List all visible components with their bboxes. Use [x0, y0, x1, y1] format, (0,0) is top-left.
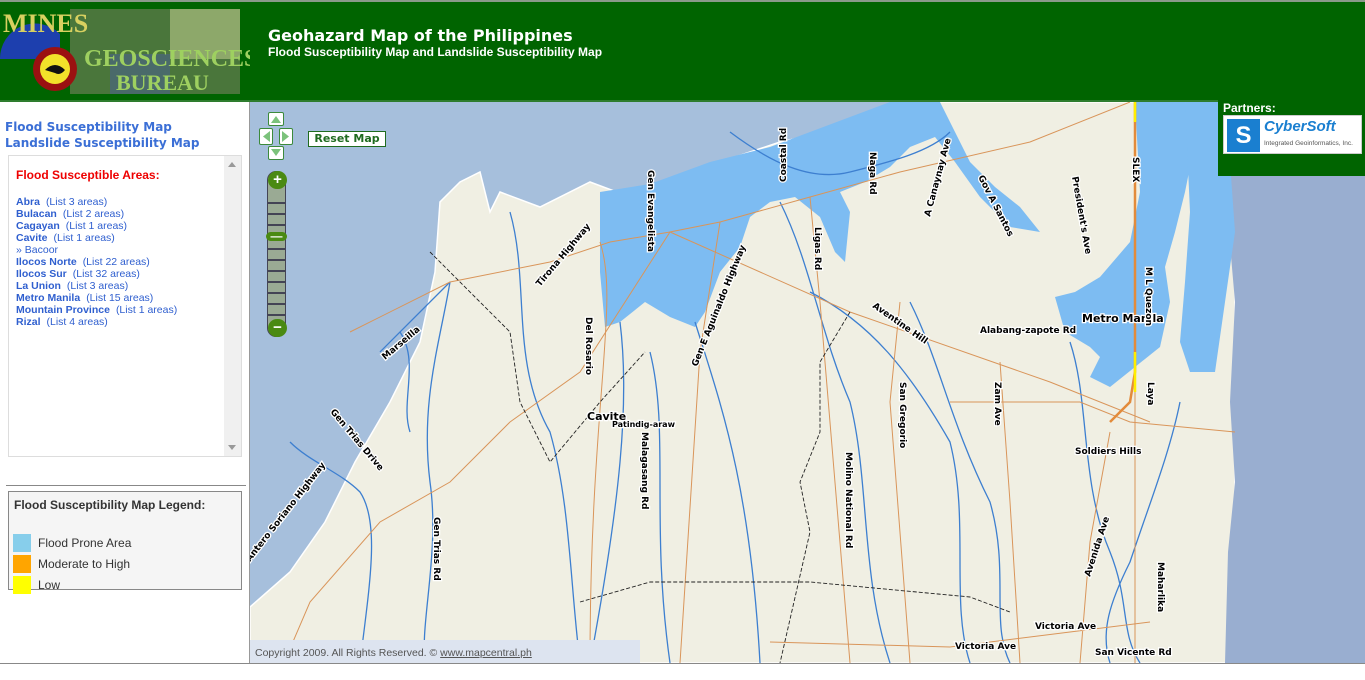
header: MINES GEOSCIENCES BUREAU Geohazard Map o… — [0, 0, 1365, 100]
scroll-down-icon[interactable] — [228, 445, 236, 450]
road-label: Ligas Rd — [812, 227, 822, 270]
area-count-link[interactable]: (List 32 areas) — [73, 268, 140, 280]
map-legend: Flood Susceptibility Map Legend: Flood P… — [8, 491, 242, 594]
zoom-out-button[interactable]: − — [268, 319, 287, 337]
bay — [1225, 102, 1365, 663]
area-count-link[interactable]: (List 2 areas) — [63, 208, 124, 220]
province-link[interactable]: Mountain Province — [16, 304, 110, 316]
flood-map-link[interactable]: Flood Susceptibility Map — [5, 120, 172, 134]
arrow-up-icon — [271, 116, 281, 123]
area-count-link[interactable]: (List 22 areas) — [83, 256, 150, 268]
pan-left-button[interactable] — [259, 128, 273, 145]
partners-label: Partners: — [1223, 101, 1276, 115]
road-label: Del Rosario — [583, 317, 593, 375]
road-label: M L Quezon — [1143, 267, 1153, 326]
map-layer: Metro Manila Cavite Soldiers Hills Coast… — [250, 102, 1365, 663]
divider — [6, 485, 246, 486]
road-label: Gen Trias Rd — [431, 517, 441, 581]
legend-item-moderate-high: Moderate to High — [13, 555, 130, 573]
province-link[interactable]: Metro Manila — [16, 292, 80, 304]
legend-item-flood-prone: Flood Prone Area — [13, 534, 131, 552]
province-list: Abra (List 3 areas) Bulacan (List 2 areas) C… — [16, 196, 177, 328]
scroll-up-icon[interactable] — [228, 162, 236, 167]
sub-area-link[interactable]: » Bacoor — [16, 244, 177, 256]
map-canvas[interactable]: Metro Manila Cavite Soldiers Hills Coast… — [250, 102, 1365, 663]
list-item: Ilocos Sur (List 32 areas) — [16, 268, 177, 280]
legend-swatch — [13, 555, 31, 573]
mgb-logo: MINES GEOSCIENCES BUREAU — [0, 9, 250, 95]
page-subtitle: Flood Susceptibility Map and Landslide S… — [268, 45, 603, 59]
svg-text:MINES: MINES — [3, 9, 88, 38]
road-label: Gen Evangelista — [645, 170, 655, 252]
zoom-in-button[interactable]: + — [268, 171, 287, 189]
areas-title: Flood Susceptible Areas: — [16, 168, 160, 182]
area-count-link[interactable]: (List 1 areas) — [66, 220, 127, 232]
list-item: Metro Manila (List 15 areas) — [16, 292, 177, 304]
arrow-down-icon — [271, 149, 281, 156]
province-link[interactable]: Cavite — [16, 232, 48, 244]
flood-areas-panel: Flood Susceptible Areas: Abra (List 3 are… — [8, 155, 242, 457]
province-link[interactable]: La Union — [16, 280, 61, 292]
arrow-left-icon — [263, 131, 270, 142]
zoom-slider[interactable]: + — − — [266, 171, 287, 337]
list-item: Mountain Province (List 1 areas) — [16, 304, 177, 316]
list-item: Abra (List 3 areas) — [16, 196, 177, 208]
legend-swatch — [13, 576, 31, 594]
cybersoft-logo[interactable]: S CyberSoft Integrated Geoinformatics, I… — [1223, 115, 1362, 154]
footer-divider — [0, 663, 1365, 664]
road-label: Zam Ave — [992, 382, 1002, 426]
svg-text:BUREAU: BUREAU — [116, 70, 209, 95]
road-label: San Vicente Rd — [1095, 648, 1172, 658]
pan-up-button[interactable] — [268, 112, 284, 126]
area-count-link[interactable]: (List 1 areas) — [116, 304, 177, 316]
list-item: Cagayan (List 1 areas) — [16, 220, 177, 232]
zoom-handle[interactable]: — — [266, 230, 287, 242]
landslide-map-link[interactable]: Landslide Susceptibility Map — [5, 136, 199, 150]
scrollbar[interactable] — [224, 156, 241, 456]
page-title: Geohazard Map of the Philippines — [268, 26, 573, 45]
area-count-link[interactable]: (List 1 areas) — [54, 232, 115, 244]
road-label: Alabang-zapote Rd — [980, 326, 1076, 336]
pan-down-button[interactable] — [268, 146, 284, 160]
legend-item-low: Low — [13, 576, 60, 594]
arrow-right-icon — [282, 131, 289, 142]
province-link[interactable]: Ilocos Sur — [16, 268, 67, 280]
province-link[interactable]: Bulacan — [16, 208, 57, 220]
road-label: Patindig-araw — [612, 420, 676, 429]
mapcentral-link[interactable]: www.mapcentral.ph — [440, 647, 532, 659]
road-label: Victoria Ave — [1035, 622, 1096, 632]
sidebar: Flood Susceptibility Map Landslide Susce… — [0, 102, 250, 663]
road-label: San Gregorio — [897, 382, 907, 448]
pan-right-button[interactable] — [279, 128, 293, 145]
province-link[interactable]: Ilocos Norte — [16, 256, 77, 268]
list-item: Cavite (List 1 areas) — [16, 232, 177, 244]
area-count-link[interactable]: (List 4 areas) — [47, 316, 108, 328]
area-count-link[interactable]: (List 15 areas) — [86, 292, 153, 304]
list-item: Ilocos Norte (List 22 areas) — [16, 256, 177, 268]
legend-title: Flood Susceptibility Map Legend: — [14, 498, 206, 512]
province-link[interactable]: Cagayan — [16, 220, 60, 232]
area-count-link[interactable]: (List 3 areas) — [67, 280, 128, 292]
province-link[interactable]: Abra — [16, 196, 40, 208]
province-link[interactable]: Rizal — [16, 316, 41, 328]
road-label: Victoria Ave — [955, 642, 1016, 652]
place-label: Soldiers Hills — [1075, 447, 1141, 457]
copyright-bar: Copyright 2009. All Rights Reserved. © w… — [250, 640, 640, 663]
list-item: Bulacan (List 2 areas) — [16, 208, 177, 220]
reset-map-button[interactable]: Reset Map — [308, 131, 386, 147]
list-item: La Union (List 3 areas) — [16, 280, 177, 292]
list-item: Rizal (List 4 areas) — [16, 316, 177, 328]
legend-swatch — [13, 534, 31, 552]
road-label: Maharlika — [1155, 562, 1165, 612]
cybersoft-icon: S — [1227, 119, 1260, 152]
svg-text:GEOSCIENCES: GEOSCIENCES — [84, 46, 250, 72]
partners-panel: Partners: S CyberSoft Integrated Geoinfo… — [1218, 100, 1365, 176]
area-count-link[interactable]: (List 3 areas) — [46, 196, 107, 208]
road-label: Molino National Rd — [843, 452, 853, 548]
road-label: Malagasang Rd — [639, 432, 649, 510]
road-label: Naga Rd — [867, 152, 877, 195]
road-label: SLEX — [1130, 157, 1140, 182]
road-label: Coastal Rd — [779, 128, 789, 182]
road-label: Laya — [1145, 382, 1155, 405]
